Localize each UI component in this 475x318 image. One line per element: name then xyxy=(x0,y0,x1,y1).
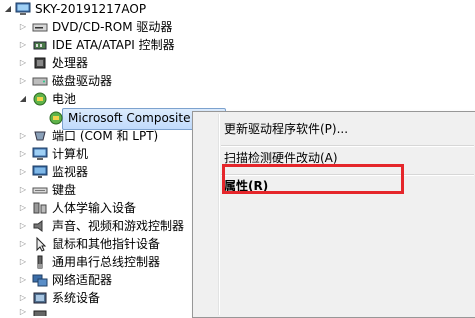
tree-item-keyboard[interactable]: ▷ 键盘 xyxy=(0,181,200,199)
tree-item-sound[interactable]: ▷ 声音、视频和游戏控制器 xyxy=(0,217,200,235)
expand-arrow-icon[interactable]: ▷ xyxy=(18,181,28,199)
collapse-arrow-icon[interactable]: ◢ xyxy=(18,90,28,108)
sound-icon xyxy=(33,220,43,232)
expand-arrow-icon[interactable]: ▷ xyxy=(18,235,28,253)
keyboard-icon xyxy=(32,187,48,194)
menu-item-update-driver[interactable]: 更新驱动程序软件(P)... xyxy=(224,118,348,140)
tree-root-label: SKY-20191217AOP xyxy=(35,2,147,16)
tree-item-label: 监视器 xyxy=(52,165,89,179)
tree-item-label: 磁盘驱动器 xyxy=(52,74,113,88)
expand-arrow-icon[interactable]: ▷ xyxy=(18,54,28,72)
mouse-icon xyxy=(36,236,47,252)
usb-icon xyxy=(37,255,43,269)
dvd-drive-icon xyxy=(32,23,48,32)
computer-icon xyxy=(32,147,48,160)
expand-arrow-icon[interactable]: ▷ xyxy=(18,253,28,271)
tree-item-processor[interactable]: ▷ 处理器 xyxy=(0,54,200,72)
tree-item-label: 人体学输入设备 xyxy=(52,201,137,215)
expand-arrow-icon[interactable]: ▷ xyxy=(18,199,28,217)
device-icon xyxy=(33,310,47,316)
tree-item-monitor[interactable]: ▷ 监视器 xyxy=(0,163,200,181)
tree-item-system[interactable]: ▷ 系统设备 xyxy=(0,289,200,307)
battery-device-icon xyxy=(49,111,63,125)
processor-icon xyxy=(34,57,46,69)
disk-drive-icon xyxy=(32,77,48,86)
tree-item-network[interactable]: ▷ 网络适配器 xyxy=(0,271,200,289)
expand-arrow-icon[interactable]: ▷ xyxy=(18,271,28,289)
tree-item-ide[interactable]: ▷ IDE ATA/ATAPI 控制器 xyxy=(0,36,200,54)
tree-item-disk[interactable]: ▷ 磁盘驱动器 xyxy=(0,72,200,90)
expand-arrow-icon[interactable]: ▷ xyxy=(18,289,28,307)
expand-arrow-icon: ▷ xyxy=(19,307,27,316)
expand-arrow-icon[interactable]: ▷ xyxy=(18,18,28,36)
battery-icon xyxy=(33,92,47,106)
expand-arrow-icon[interactable]: ▷ xyxy=(18,127,28,145)
ide-controller-icon xyxy=(33,41,47,50)
network-adapter-icon xyxy=(32,274,48,287)
tree-item-label: 通用串行总线控制器 xyxy=(52,255,161,269)
hid-icon xyxy=(33,202,47,214)
tree-item-dvd[interactable]: ▷ DVD/CD-ROM 驱动器 xyxy=(0,18,200,36)
tree-item-ports[interactable]: ▷ 端口 (COM 和 LPT) xyxy=(0,127,200,145)
tree-item-label: 计算机 xyxy=(52,147,89,161)
tree-item-label: 网络适配器 xyxy=(52,273,113,287)
tree-item-label: 声音、视频和游戏控制器 xyxy=(52,219,185,233)
tree-root[interactable]: ◢ SKY-20191217AOP xyxy=(0,0,200,18)
tree-item-label: 键盘 xyxy=(52,183,77,197)
tree-item-label: Microsoft Composite Ba xyxy=(68,111,210,125)
tree-item-label: IDE ATA/ATAPI 控制器 xyxy=(52,38,175,52)
tree-item-label: 电池 xyxy=(52,92,77,106)
computer-icon xyxy=(15,2,31,15)
menu-gutter xyxy=(218,114,220,315)
tree-item-label: 鼠标和其他指针设备 xyxy=(52,237,161,251)
system-device-icon xyxy=(33,292,47,304)
expand-arrow-icon[interactable]: ▷ xyxy=(18,145,28,163)
expand-arrow-icon[interactable]: ▷ xyxy=(18,163,28,181)
tree-item-label: DVD/CD-ROM 驱动器 xyxy=(52,20,173,34)
collapse-arrow-icon[interactable]: ◢ xyxy=(3,0,13,18)
expand-arrow-icon[interactable]: ▷ xyxy=(18,217,28,235)
tree-item-usb[interactable]: ▷ 通用串行总线控制器 xyxy=(0,253,200,271)
context-menu: 更新驱动程序软件(P)... 扫描检测硬件改动(A) 属性(R) xyxy=(192,111,475,318)
monitor-icon xyxy=(32,165,48,178)
tree-item-computer[interactable]: ▷ 计算机 xyxy=(0,145,200,163)
properties-highlight-box xyxy=(222,164,404,194)
tree-item-label: 处理器 xyxy=(52,56,89,70)
tree-item-partial: ▷ xyxy=(0,307,200,316)
tree-item-label: 系统设备 xyxy=(52,291,101,305)
tree-item-mouse[interactable]: ▷ 鼠标和其他指针设备 xyxy=(0,235,200,253)
tree-item-hid[interactable]: ▷ 人体学输入设备 xyxy=(0,199,200,217)
expand-arrow-icon[interactable]: ▷ xyxy=(18,72,28,90)
tree-item-label: 端口 (COM 和 LPT) xyxy=(52,129,159,143)
expand-arrow-icon[interactable]: ▷ xyxy=(18,36,28,54)
tree-item-battery[interactable]: ◢ 电池 xyxy=(0,90,200,108)
port-icon xyxy=(34,131,46,141)
